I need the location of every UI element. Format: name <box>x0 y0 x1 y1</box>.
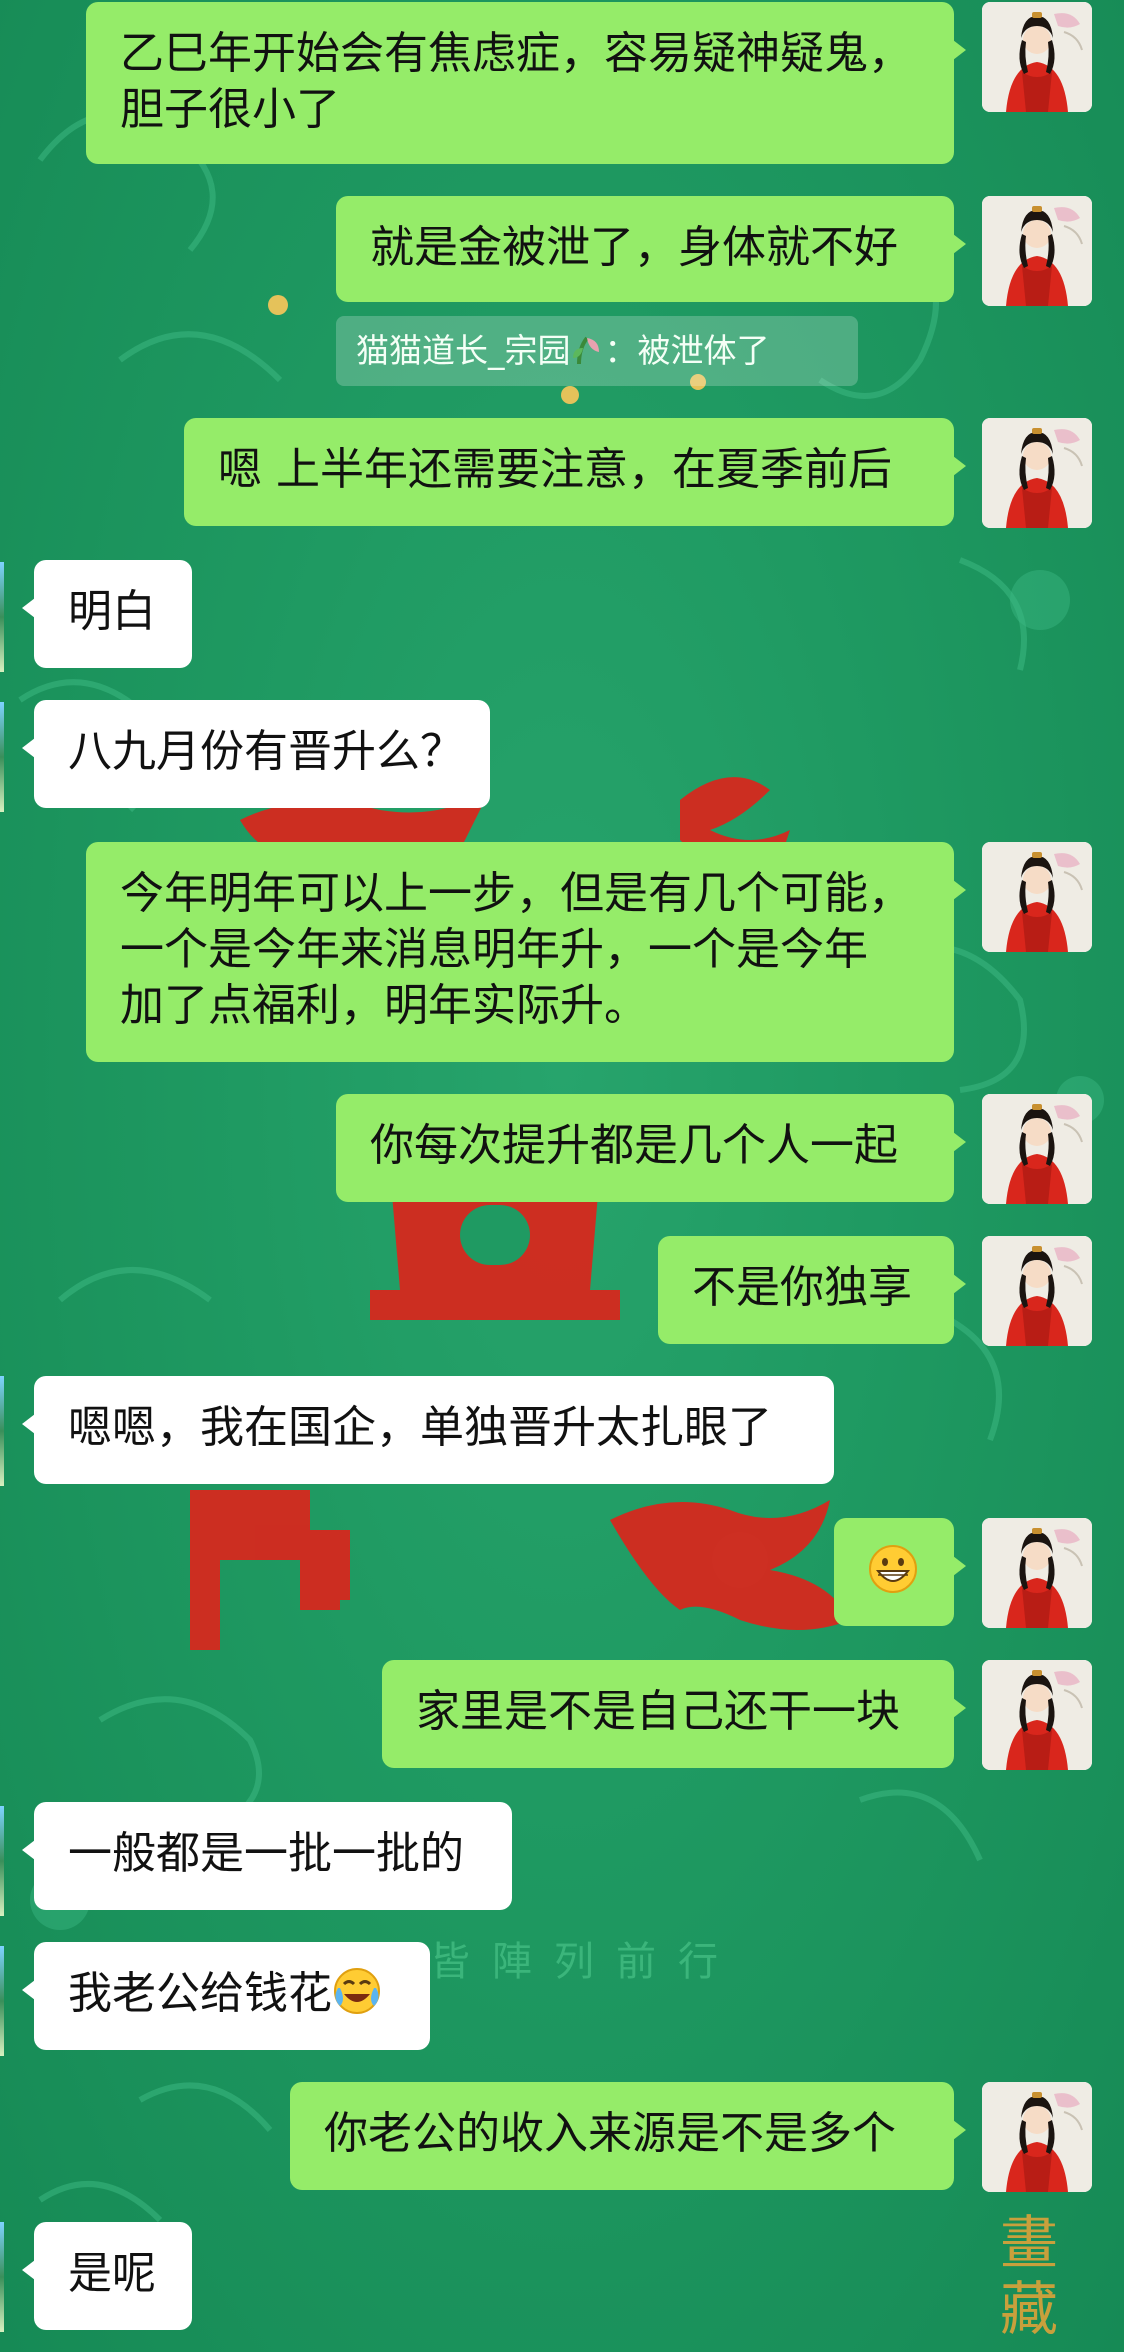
grinning-face-icon <box>868 1544 918 1594</box>
quote-separator: ： <box>604 331 638 370</box>
received-avatar-edge[interactable] <box>0 1376 4 1486</box>
message-text: 你每次提升都是几个人一起 <box>370 1120 898 1171</box>
background-side-text: 畫藏 <box>1000 2209 1059 2343</box>
laughing-crying-face-icon <box>332 1966 382 2016</box>
message-bubble-sent[interactable]: 今年明年可以上一步，但是有几个可能， 一个是今年来消息明年升，一个是今年 加了点… <box>86 842 966 1062</box>
woman-in-red-robe-avatar-icon[interactable] <box>982 1660 1092 1770</box>
message-bubble-sent[interactable] <box>834 1518 966 1626</box>
woman-in-red-robe-avatar-icon[interactable] <box>982 2082 1092 2192</box>
message-bubble-sent[interactable]: 家里是不是自己还干一块 <box>382 1660 966 1768</box>
quote-sender: 猫猫道长_宗园 <box>356 331 571 370</box>
message-text: 不是你独享 <box>692 1262 912 1313</box>
message-text: 一般都是一批一批的 <box>68 1828 464 1879</box>
message-text: 一个是今年来消息明年升，一个是今年 <box>120 924 868 975</box>
message-text: 加了点福利，明年实际升。 <box>120 980 648 1031</box>
message-text: 乙巳年开始会有焦虑症，容易疑神疑鬼， <box>120 28 912 79</box>
message-text: 是呢 <box>68 2248 156 2299</box>
message-text: 嗯 上半年还需要注意，在夏季前后 <box>218 444 892 495</box>
quoted-reply[interactable]: 猫猫道长_宗园 ：被泄体了 <box>336 316 858 386</box>
woman-in-red-robe-avatar-icon[interactable] <box>982 2 1092 112</box>
message-bubble-received[interactable]: 一般都是一批一批的 <box>22 1802 512 1910</box>
received-avatar-edge[interactable] <box>0 2222 4 2332</box>
sprout-icon <box>571 322 605 365</box>
woman-in-red-robe-avatar-icon[interactable] <box>982 418 1092 528</box>
message-bubble-sent[interactable]: 乙巳年开始会有焦虑症，容易疑神疑鬼， 胆子很小了 <box>86 2 966 164</box>
message-text: 今年明年可以上一步，但是有几个可能， <box>120 868 912 919</box>
message-bubble-received[interactable]: 明白 <box>22 560 192 668</box>
woman-in-red-robe-avatar-icon[interactable] <box>982 1236 1092 1346</box>
quote-text: 被泄体了 <box>637 331 770 370</box>
background-gold-text: 皆陣列前行 <box>430 1939 740 1985</box>
received-avatar-edge[interactable] <box>0 702 4 812</box>
message-text: 八九月份有晋升么？ <box>68 726 464 777</box>
message-text: 明白 <box>68 586 156 637</box>
message-bubble-sent[interactable]: 你每次提升都是几个人一起 <box>336 1094 966 1202</box>
received-avatar-edge[interactable] <box>0 562 4 672</box>
woman-in-red-robe-avatar-icon[interactable] <box>982 842 1092 952</box>
message-text: 我老公给钱花 <box>68 1968 332 2019</box>
woman-in-red-robe-avatar-icon[interactable] <box>982 1094 1092 1204</box>
woman-in-red-robe-avatar-icon[interactable] <box>982 196 1092 306</box>
message-bubble-sent[interactable]: 你老公的收入来源是不是多个 <box>290 2082 966 2190</box>
received-avatar-edge[interactable] <box>0 1946 4 2056</box>
message-bubble-received[interactable]: 嗯嗯，我在国企，单独晋升太扎眼了 <box>22 1376 834 1484</box>
message-text: 胆子很小了 <box>120 84 340 135</box>
message-bubble-sent[interactable]: 不是你独享 <box>658 1236 966 1344</box>
message-bubble-sent[interactable]: 嗯 上半年还需要注意，在夏季前后 <box>184 418 966 526</box>
message-bubble-received[interactable]: 八九月份有晋升么？ <box>22 700 490 808</box>
message-text: 家里是不是自己还干一块 <box>416 1686 900 1737</box>
message-bubble-sent[interactable]: 就是金被泄了，身体就不好 <box>336 196 966 302</box>
message-bubble-received[interactable]: 我老公给钱花 <box>22 1942 430 2050</box>
message-bubble-received[interactable]: 是呢 <box>22 2222 192 2330</box>
woman-in-red-robe-avatar-icon[interactable] <box>982 1518 1092 1628</box>
message-text: 嗯嗯，我在国企，单独晋升太扎眼了 <box>68 1402 772 1453</box>
received-avatar-edge[interactable] <box>0 1806 4 1916</box>
message-text: 你老公的收入来源是不是多个 <box>324 2108 896 2159</box>
message-text: 就是金被泄了，身体就不好 <box>370 222 898 273</box>
